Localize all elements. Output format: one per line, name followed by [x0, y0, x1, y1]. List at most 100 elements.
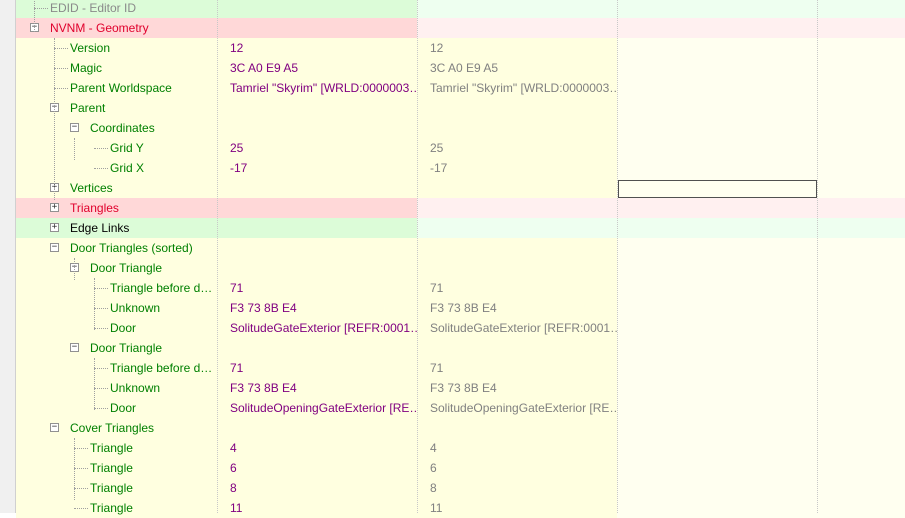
value-cell-3[interactable] [617, 258, 817, 278]
value-cell-1[interactable]: 8 [217, 478, 417, 498]
value-cell-2[interactable]: F3 73 8B E4 [417, 378, 617, 398]
value-cell-4[interactable] [817, 38, 905, 58]
value-cell-1[interactable]: 3C A0 E9 A5 [217, 58, 417, 78]
value-cell-2[interactable]: 25 [417, 138, 617, 158]
tree-row[interactable]: Triangle before d… 71 71 [16, 358, 905, 378]
tree-row[interactable]: Version 12 12 [16, 38, 905, 58]
value-cell-4[interactable] [817, 158, 905, 178]
value-cell-1[interactable]: 71 [217, 278, 417, 298]
tree-row[interactable]: − NVNM - Geometry [16, 18, 905, 38]
tree-row[interactable]: Unknown F3 73 8B E4 F3 73 8B E4 [16, 378, 905, 398]
value-cell-3[interactable] [617, 298, 817, 318]
value-cell-2[interactable] [417, 218, 617, 238]
value-cell-4[interactable] [817, 238, 905, 258]
value-cell-1[interactable]: SolitudeOpeningGateExterior [RE… [217, 398, 417, 418]
value-cell-1[interactable]: F3 73 8B E4 [217, 378, 417, 398]
value-cell-2[interactable] [417, 258, 617, 278]
collapse-icon[interactable]: − [70, 343, 79, 352]
value-cell-2[interactable]: 3C A0 E9 A5 [417, 58, 617, 78]
value-cell-4[interactable] [817, 0, 905, 18]
value-cell-1[interactable]: -17 [217, 158, 417, 178]
tree-row[interactable]: Triangle before d… 71 71 [16, 278, 905, 298]
tree-row[interactable]: Triangle 6 6 [16, 458, 905, 478]
value-cell-1[interactable] [217, 98, 417, 118]
collapse-icon[interactable]: − [50, 243, 59, 252]
value-cell-3[interactable] [617, 478, 817, 498]
value-cell-3[interactable] [617, 78, 817, 98]
value-cell-2[interactable] [417, 238, 617, 258]
value-cell-4[interactable] [817, 458, 905, 478]
value-cell-3[interactable] [617, 138, 817, 158]
value-cell-4[interactable] [817, 278, 905, 298]
value-cell-4[interactable] [817, 318, 905, 338]
value-cell-3[interactable] [617, 278, 817, 298]
value-cell-1[interactable] [217, 178, 417, 198]
value-cell-1[interactable]: Tamriel "Skyrim" [WRLD:0000003… [217, 78, 417, 98]
value-cell-4[interactable] [817, 218, 905, 238]
value-cell-2[interactable]: 71 [417, 358, 617, 378]
value-cell-2[interactable] [417, 338, 617, 358]
value-cell-2[interactable]: 4 [417, 438, 617, 458]
value-cell-1[interactable]: F3 73 8B E4 [217, 298, 417, 318]
value-cell-3[interactable] [617, 118, 817, 138]
value-cell-3[interactable] [617, 158, 817, 178]
value-cell-2[interactable]: 11 [417, 498, 617, 518]
value-cell-4[interactable] [817, 438, 905, 458]
value-cell-3[interactable] [617, 338, 817, 358]
value-cell-3[interactable] [617, 398, 817, 418]
value-cell-4[interactable] [817, 178, 905, 198]
tree-row[interactable]: − Door Triangle [16, 338, 905, 358]
value-cell-4[interactable] [817, 298, 905, 318]
value-cell-2[interactable] [417, 118, 617, 138]
value-cell-4[interactable] [817, 18, 905, 38]
value-cell-1[interactable]: 11 [217, 498, 417, 518]
tree-row[interactable]: − Parent [16, 98, 905, 118]
value-cell-1[interactable] [217, 218, 417, 238]
value-cell-1[interactable] [217, 258, 417, 278]
value-cell-3[interactable] [617, 198, 817, 218]
value-cell-1[interactable]: SolitudeGateExterior [REFR:0001… [217, 318, 417, 338]
value-cell-2[interactable]: 12 [417, 38, 617, 58]
value-cell-3[interactable] [617, 438, 817, 458]
value-cell-3[interactable] [617, 98, 817, 118]
tree-row[interactable]: − Cover Triangles [16, 418, 905, 438]
value-cell-1[interactable]: 4 [217, 438, 417, 458]
value-cell-4[interactable] [817, 418, 905, 438]
value-cell-2[interactable]: -17 [417, 158, 617, 178]
value-cell-4[interactable] [817, 358, 905, 378]
value-cell-3[interactable] [617, 238, 817, 258]
value-cell-2[interactable] [417, 198, 617, 218]
value-cell-2[interactable] [417, 98, 617, 118]
value-cell-2[interactable]: 71 [417, 278, 617, 298]
value-cell-1[interactable] [217, 418, 417, 438]
collapse-icon[interactable]: − [70, 123, 79, 132]
value-cell-1[interactable]: 6 [217, 458, 417, 478]
value-cell-3[interactable] [617, 318, 817, 338]
value-cell-3[interactable] [617, 218, 817, 238]
value-cell-4[interactable] [817, 478, 905, 498]
tree-row[interactable]: Grid X -17 -17 [16, 158, 905, 178]
value-cell-3[interactable] [617, 418, 817, 438]
value-cell-2[interactable]: F3 73 8B E4 [417, 298, 617, 318]
value-cell-1[interactable]: 12 [217, 38, 417, 58]
value-cell-3[interactable] [617, 358, 817, 378]
value-cell-3[interactable] [617, 58, 817, 78]
tree-row[interactable]: Triangle 11 11 [16, 498, 905, 518]
value-cell-1[interactable]: 25 [217, 138, 417, 158]
value-cell-4[interactable] [817, 338, 905, 358]
value-cell-4[interactable] [817, 498, 905, 518]
value-cell-4[interactable] [817, 378, 905, 398]
value-cell-1[interactable] [217, 0, 417, 18]
tree-row[interactable]: Door SolitudeOpeningGateExterior [RE… Soli… [16, 398, 905, 418]
value-cell-2[interactable] [417, 18, 617, 38]
value-cell-1[interactable] [217, 18, 417, 38]
value-cell-4[interactable] [817, 138, 905, 158]
value-cell-2[interactable] [417, 0, 617, 18]
tree-row[interactable]: Parent Worldspace Tamriel "Skyrim" [WRLD:… [16, 78, 905, 98]
value-cell-4[interactable] [817, 78, 905, 98]
tree-row[interactable]: + Edge Links [16, 218, 905, 238]
tree-row[interactable]: Unknown F3 73 8B E4 F3 73 8B E4 [16, 298, 905, 318]
value-cell-1[interactable] [217, 238, 417, 258]
value-cell-3[interactable] [617, 378, 817, 398]
tree-row[interactable]: − Coordinates [16, 118, 905, 138]
